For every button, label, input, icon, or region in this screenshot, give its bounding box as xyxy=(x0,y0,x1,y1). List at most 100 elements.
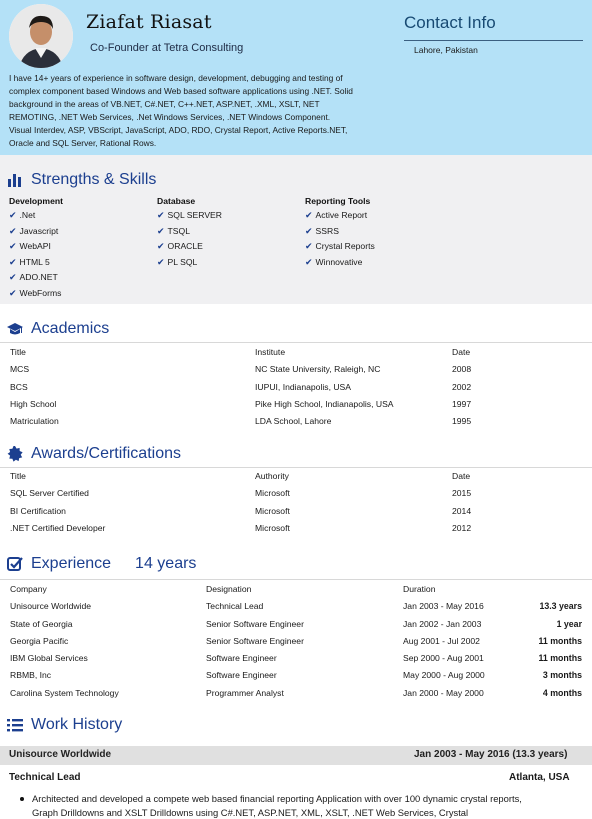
candidate-name: Ziafat Riasat xyxy=(86,11,212,33)
cell: May 2000 - Aug 2000 xyxy=(403,670,485,681)
awards-title: Awards/Certifications xyxy=(31,445,181,462)
column-header: Date xyxy=(452,471,471,481)
check-icon: ✔ xyxy=(305,211,313,221)
cell: 11 months xyxy=(538,635,582,646)
check-icon: ✔ xyxy=(157,257,165,268)
cell: Georgia Pacific xyxy=(10,635,69,646)
table-row: State of Georgia Senior Software Enginee… xyxy=(0,616,592,633)
check-icon: ✔ xyxy=(9,288,17,299)
cell: LDA School, Lahore xyxy=(255,416,332,427)
academics-table: Title Institute Date MCS NC State Univer… xyxy=(0,344,592,430)
skill-item: ✔ Javascript xyxy=(9,225,59,237)
cell: Unisource Worldwide xyxy=(10,601,92,612)
cell: IBM Global Services xyxy=(10,653,88,664)
graduation-cap-icon xyxy=(7,323,23,335)
skill-item: ✔ ORACLE xyxy=(157,241,203,253)
cell: SQL Server Certified xyxy=(10,488,89,499)
skill-item: ✔ ADO.NET xyxy=(9,272,58,284)
column-header: Company xyxy=(10,584,47,594)
work-history-title: Work History xyxy=(31,716,123,733)
skill-column-reporting: Reporting Tools ✔ Active Report ✔ SSRS ✔ Cr… xyxy=(305,196,375,270)
skill-item: ✔ SSRS xyxy=(305,225,339,237)
table-row: Unisource Worldwide Technical Lead Jan 2… xyxy=(0,598,592,615)
cell: Software Engineer xyxy=(206,670,277,681)
experience-title: Experience xyxy=(31,555,112,572)
cell: 2008 xyxy=(452,364,472,375)
table-row: BCS IUPUI, Indianapolis, USA 2002 xyxy=(0,379,592,396)
cell: 11 months xyxy=(538,653,582,664)
contact-info-title: Contact Info xyxy=(404,13,496,32)
list-icon xyxy=(7,719,23,732)
skill-item: ✔ HTML 5 xyxy=(9,256,50,268)
cell: 2014 xyxy=(452,505,472,516)
cell: Technical Lead xyxy=(206,601,264,612)
cell: 1997 xyxy=(452,398,472,409)
skill-item: ✔ Active Report xyxy=(305,210,368,221)
table-row: RBMB, Inc Software Engineer May 2000 - A… xyxy=(0,667,592,684)
job-location: Atlanta, USA xyxy=(509,772,570,783)
profile-summary: I have 14+ years of experience in softwa… xyxy=(9,73,353,149)
skill-column-development: Development ✔ .Net ✔ Javascript ✔ WebAPI ✔ H… xyxy=(9,196,63,302)
table-header-row: Company Designation Duration xyxy=(0,581,592,598)
cell: Microsoft xyxy=(255,522,290,533)
check-icon: ✔ xyxy=(9,211,17,221)
cell: 1995 xyxy=(452,416,472,427)
check-icon: ✔ xyxy=(305,242,313,253)
cell: RBMB, Inc xyxy=(10,670,52,681)
cell: Microsoft xyxy=(255,488,290,499)
avatar xyxy=(9,4,73,68)
cell: 2012 xyxy=(452,522,472,533)
cell: Programmer Analyst xyxy=(206,687,284,698)
section-divider xyxy=(0,579,592,580)
awards-table: Title Authority Date SQL Server Certifie… xyxy=(0,468,592,537)
cell: IUPUI, Indianapolis, USA xyxy=(255,381,352,392)
check-icon: ✔ xyxy=(9,242,17,253)
skill-item: ✔ Winnovative xyxy=(305,256,363,268)
table-row: BI Certification Microsoft 2014 xyxy=(0,503,592,520)
skills-heading: Strengths & Skills xyxy=(7,171,156,189)
check-icon: ✔ xyxy=(157,242,165,253)
awards-heading: Awards/Certifications xyxy=(7,445,181,463)
skill-column-header: Reporting Tools xyxy=(305,196,371,206)
cell: Matriculation xyxy=(10,416,59,427)
job-bullet: Architected and developed a compete web … xyxy=(20,792,540,819)
table-row: .NET Certified Developer Microsoft 2012 xyxy=(0,520,592,537)
candidate-role: Co-Founder at Tetra Consulting xyxy=(90,42,244,54)
cell: Carolina System Technology xyxy=(10,687,119,698)
cell: 4 months xyxy=(542,687,582,698)
table-row: MCS NC State University, Raleigh, NC 200… xyxy=(0,361,592,378)
company-name: Unisource Worldwide xyxy=(9,749,112,760)
table-row: IBM Global Services Software Engineer Se… xyxy=(0,650,592,667)
work-history-heading: Work History xyxy=(7,716,122,734)
skill-column-header: Database xyxy=(157,196,196,206)
check-icon: ✔ xyxy=(9,226,17,237)
column-header: Designation xyxy=(206,584,252,594)
table-header-row: Title Authority Date xyxy=(0,468,592,485)
cell: 13.3 years xyxy=(539,601,582,612)
cell: Sep 2000 - Aug 2001 xyxy=(403,653,484,664)
check-icon: ✔ xyxy=(157,211,165,221)
column-header: Duration xyxy=(403,584,436,594)
bullet-icon xyxy=(20,797,24,801)
cell: Aug 2001 - Jul 2002 xyxy=(403,635,480,646)
contact-location: Lahore, Pakistan xyxy=(414,45,478,55)
cell: BCS xyxy=(10,381,28,392)
cell: 1 year xyxy=(556,618,582,629)
check-icon: ✔ xyxy=(157,226,165,237)
profile-header: Ziafat Riasat Co-Founder at Tetra Consul… xyxy=(0,0,592,155)
table-header-row: Title Institute Date xyxy=(0,344,592,361)
cell: Jan 2000 - May 2000 xyxy=(403,687,484,698)
cell: Pike High School, Indianapolis, USA xyxy=(255,398,394,409)
cell: Senior Software Engineer xyxy=(206,635,304,646)
cell: High School xyxy=(10,398,57,409)
cell: 2002 xyxy=(452,381,472,392)
skill-item: ✔ WebForms xyxy=(9,287,62,299)
skill-column-header: Development xyxy=(9,196,63,206)
cell: MCS xyxy=(10,364,30,375)
experience-years: 14 years xyxy=(135,555,197,572)
checkbox-icon xyxy=(7,557,23,571)
cell: State of Georgia xyxy=(10,618,73,629)
cell: Senior Software Engineer xyxy=(206,618,304,629)
skills-title: Strengths & Skills xyxy=(31,171,157,188)
check-icon: ✔ xyxy=(305,257,313,268)
